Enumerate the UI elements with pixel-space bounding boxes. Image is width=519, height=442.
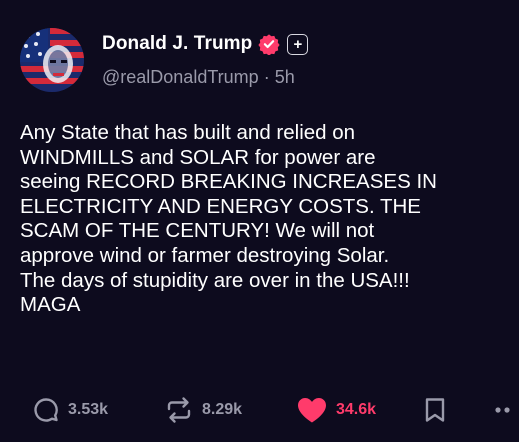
follow-button[interactable]: + [287,33,309,55]
repost-icon [167,397,191,423]
repost-button[interactable]: 8.29k [164,390,242,430]
author-handle-row: @realDonaldTrump · 5h [102,67,295,88]
post-body: Any State that has built and relied on W… [20,121,437,317]
avatar-image [20,28,84,92]
author-handle[interactable]: @realDonaldTrump [102,67,259,87]
reply-button[interactable]: 3.53k [32,390,108,430]
avatar[interactable] [20,28,84,92]
heart-icon [298,398,326,423]
author-display-name[interactable]: Donald J. Trump [102,33,252,55]
like-button[interactable]: 34.6k [296,390,376,430]
repost-count: 8.29k [202,401,243,418]
comment-icon [34,398,58,422]
more-options-button[interactable] [494,390,516,430]
reply-count: 3.53k [68,401,109,418]
more-icon [495,407,510,413]
like-count: 34.6k [336,401,377,418]
verified-badge-icon [258,33,280,55]
bookmark-button[interactable] [424,390,446,430]
post-action-bar: 3.53k 8.29k 34.6k [0,390,519,430]
bookmark-icon [425,398,445,422]
post-timestamp[interactable]: 5h [275,67,295,87]
post-card: Donald J. Trump + @realDonaldTrump · 5h … [0,0,519,442]
handle-separator: · [263,67,270,87]
author-name-row: Donald J. Trump + [102,33,309,55]
